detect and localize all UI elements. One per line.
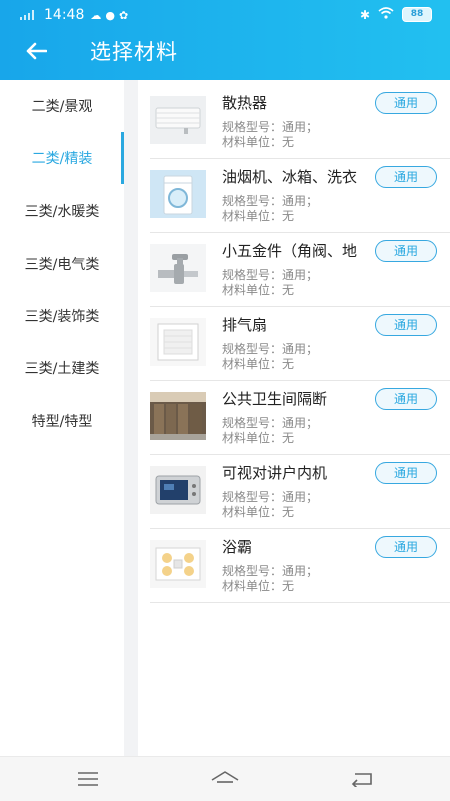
category-item-electrical[interactable]: 三类/电气类 — [0, 238, 124, 290]
material-row[interactable]: 浴霸 规格型号：通用； 材料单位：无 通用 — [150, 528, 450, 603]
material-unit: 材料单位：无 — [222, 505, 295, 519]
material-row[interactable]: 油烟机、冰箱、洗衣 规格型号：通用； 材料单位：无 通用 — [150, 158, 450, 233]
arrow-left-icon — [26, 42, 47, 60]
cloud-icon: ☁ — [90, 8, 102, 22]
material-unit: 材料单位：无 — [222, 283, 295, 297]
material-name: 小五金件（角阀、地 — [222, 242, 358, 260]
material-name: 浴霸 — [222, 538, 253, 556]
material-name: 散热器 — [222, 94, 268, 112]
category-label: 三类/装饰类 — [24, 309, 100, 325]
material-name: 可视对讲户内机 — [222, 464, 328, 482]
menu-button[interactable] — [68, 765, 108, 793]
general-tag-button[interactable]: 通用 — [375, 536, 437, 558]
material-row[interactable]: 公共卫生间隔断 规格型号：通用； 材料单位：无 通用 — [150, 380, 450, 455]
material-unit: 材料单位：无 — [222, 431, 295, 445]
category-item-civil-engineering[interactable]: 三类/土建类 — [0, 342, 124, 394]
category-label: 三类/电气类 — [24, 257, 100, 273]
material-unit: 材料单位：无 — [222, 209, 295, 223]
general-tag-button[interactable]: 通用 — [375, 240, 437, 262]
status-time: 14:48 — [44, 7, 85, 23]
column-divider — [124, 80, 138, 756]
intercom-thumbnail — [150, 466, 206, 514]
material-name: 公共卫生间隔断 — [222, 390, 328, 408]
material-name: 排气扇 — [222, 316, 268, 334]
header: 14:48 ☁ ● ✿ ✱ 88 选择材料 — [0, 0, 450, 80]
signal-icon — [20, 10, 38, 20]
back-icon — [351, 773, 372, 787]
material-unit: 材料单位：无 — [222, 579, 295, 593]
material-unit: 材料单位：无 — [222, 357, 295, 371]
category-item-plumbing-heating[interactable]: 三类/水暖类 — [0, 185, 124, 237]
wifi-icon — [378, 7, 394, 22]
nav-back-button[interactable] — [342, 765, 382, 793]
bath-heater-thumbnail — [150, 540, 206, 588]
general-tag-button[interactable]: 通用 — [375, 314, 437, 336]
category-label: 二类/精装 — [31, 151, 93, 167]
material-name: 油烟机、冰箱、洗衣 — [222, 168, 358, 186]
system-nav-bar — [0, 756, 450, 801]
material-list: 散热器 规格型号：通用； 材料单位：无 通用 油烟机、冰箱、洗衣 规格型号：通用… — [138, 80, 450, 756]
home-button[interactable] — [205, 765, 245, 793]
battery-indicator: 88 — [402, 7, 432, 22]
exhaust-fan-thumbnail — [150, 318, 206, 366]
material-row[interactable]: 排气扇 规格型号：通用； 材料单位：无 通用 — [150, 306, 450, 381]
home-icon — [211, 771, 239, 783]
material-row[interactable]: 小五金件（角阀、地 规格型号：通用； 材料单位：无 通用 — [150, 232, 450, 307]
category-item-landscape[interactable]: 二类/景观 — [0, 80, 124, 132]
status-bar: 14:48 ☁ ● ✿ ✱ 88 — [0, 0, 450, 30]
menu-icon — [78, 772, 98, 786]
app-dot-icon: ● — [105, 8, 115, 22]
flower-icon: ✿ — [118, 8, 129, 22]
back-button[interactable] — [18, 36, 54, 66]
material-unit: 材料单位：无 — [222, 135, 295, 149]
status-app-icons: ☁ ● ✿ — [90, 9, 128, 22]
material-row[interactable]: 可视对讲户内机 规格型号：通用； 材料单位：无 通用 — [150, 454, 450, 529]
category-item-fine-decoration[interactable]: 二类/精装 — [0, 132, 124, 184]
valve-thumbnail — [150, 244, 206, 292]
washing-machine-thumbnail — [150, 170, 206, 218]
page-title: 选择材料 — [90, 40, 178, 64]
category-item-special[interactable]: 特型/特型 — [0, 395, 124, 447]
toilet-partition-thumbnail — [150, 392, 206, 440]
general-tag-button[interactable]: 通用 — [375, 166, 437, 188]
category-label: 三类/水暖类 — [24, 204, 100, 220]
category-label: 特型/特型 — [31, 414, 93, 430]
category-label: 三类/土建类 — [24, 361, 100, 377]
general-tag-button[interactable]: 通用 — [375, 388, 437, 410]
general-tag-button[interactable]: 通用 — [375, 92, 437, 114]
category-item-decoration[interactable]: 三类/装饰类 — [0, 290, 124, 342]
bluetooth-icon: ✱ — [359, 7, 370, 22]
general-tag-button[interactable]: 通用 — [375, 462, 437, 484]
material-row[interactable]: 散热器 规格型号：通用； 材料单位：无 通用 — [150, 84, 450, 159]
category-label: 二类/景观 — [31, 99, 93, 115]
category-sidebar: 二类/景观 二类/精装 三类/水暖类 三类/电气类 三类/装饰类 三类/土建类 … — [0, 80, 124, 756]
radiator-thumbnail — [150, 96, 206, 144]
